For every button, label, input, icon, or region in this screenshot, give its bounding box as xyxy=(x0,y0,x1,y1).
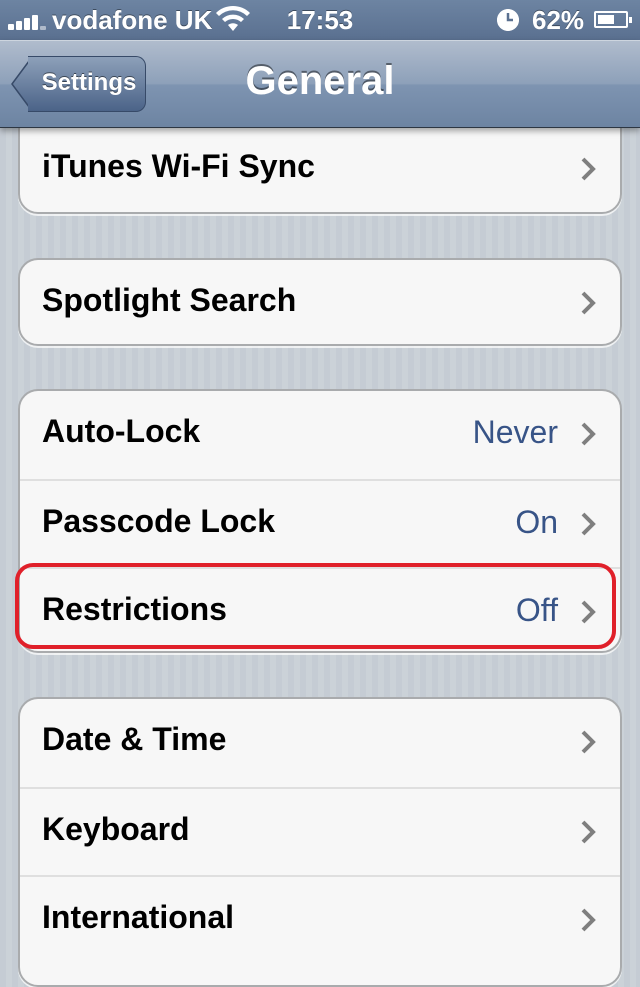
row-value: On xyxy=(515,504,558,540)
settings-group-locale: Date & Time Keyboard International xyxy=(18,697,622,987)
chevron-right-icon xyxy=(581,157,596,181)
chevron-right-icon xyxy=(581,730,596,754)
chevron-right-icon xyxy=(581,422,596,446)
row-label: Keyboard xyxy=(42,811,190,847)
row-spotlight-search[interactable]: Spotlight Search xyxy=(20,260,620,344)
clock-icon xyxy=(497,9,519,31)
battery-percent: 62% xyxy=(532,5,585,35)
row-date-time[interactable]: Date & Time xyxy=(20,699,620,787)
row-value: Never xyxy=(472,414,558,450)
chevron-right-icon xyxy=(581,600,596,624)
row-label: Spotlight Search xyxy=(42,282,297,318)
battery-icon xyxy=(594,11,632,28)
row-label: Auto-Lock xyxy=(42,413,201,449)
row-label: International xyxy=(42,899,235,935)
chevron-right-icon xyxy=(581,291,596,315)
row-passcode-lock[interactable]: Passcode Lock On xyxy=(20,479,620,567)
row-label: iTunes Wi-Fi Sync xyxy=(42,148,315,184)
row-restrictions[interactable]: Restrictions Off xyxy=(20,567,620,651)
chevron-right-icon xyxy=(581,512,596,536)
row-label: Restrictions xyxy=(42,591,227,627)
row-international[interactable]: International xyxy=(20,875,620,963)
status-bar: vodafone UK 17:53 62% xyxy=(0,0,640,40)
settings-group-security: Auto-Lock Never Passcode Lock On Restric… xyxy=(18,389,622,653)
row-keyboard[interactable]: Keyboard xyxy=(20,787,620,875)
page-title: General xyxy=(245,59,395,103)
settings-group-spotlight: Spotlight Search xyxy=(18,258,622,346)
row-auto-lock[interactable]: Auto-Lock Never xyxy=(20,391,620,479)
row-value: Off xyxy=(515,592,558,628)
row-itunes-wifi-sync[interactable]: iTunes Wi-Fi Sync xyxy=(20,126,620,212)
chevron-right-icon xyxy=(581,820,596,844)
navigation-bar: Settings General xyxy=(0,40,640,128)
chevron-right-icon xyxy=(581,908,596,932)
row-label: Date & Time xyxy=(42,721,227,757)
row-label: Passcode Lock xyxy=(42,503,275,539)
